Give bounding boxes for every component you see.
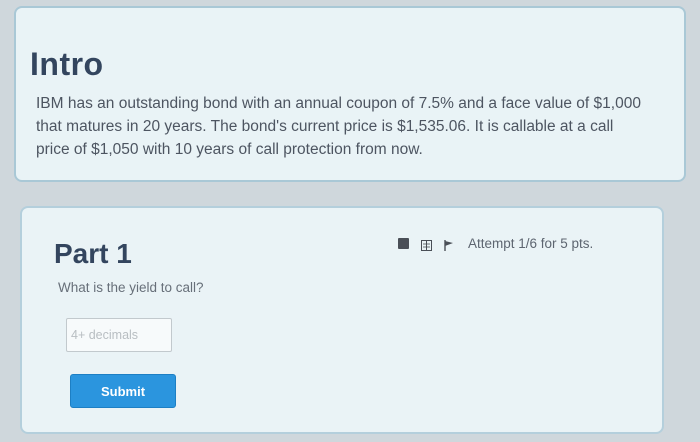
intro-title: Intro [30,46,104,82]
intro-text: IBM has an outstanding bond with an annu… [36,95,641,158]
submit-button[interactable]: Submit [70,374,176,408]
part-card: Part 1 Attempt 1/6 for 5 pts. What is th… [20,206,664,434]
part-toolbar: Attempt 1/6 for 5 pts. [398,236,593,251]
flag-icon[interactable] [444,238,454,251]
calculator-icon[interactable] [398,238,409,249]
answer-input[interactable] [66,318,172,352]
part-title: Part 1 [54,238,132,269]
question-text: What is the yield to call? [58,280,204,295]
attempt-counter: Attempt 1/6 for 5 pts. [468,236,594,251]
intro-card: Intro IBM has an outstanding bond with a… [14,6,686,182]
book-icon[interactable] [421,238,432,251]
